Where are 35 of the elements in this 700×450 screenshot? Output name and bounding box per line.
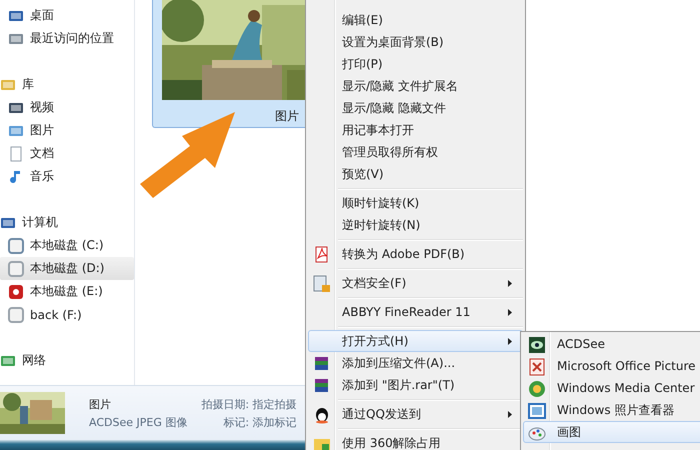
sidebar-item[interactable]: 视频 — [0, 96, 134, 119]
sidebar-item[interactable]: 文档 — [0, 142, 134, 165]
sidebar-item[interactable]: 最近访问的位置 — [0, 27, 134, 50]
menu-item[interactable]: 预览(V) — [308, 163, 523, 185]
sidebar-item[interactable]: 本地磁盘 (C:) — [0, 234, 134, 257]
file-type: ACDSee JPEG 图像 — [89, 414, 188, 430]
menu-item[interactable]: Windows 照片查看器 — [523, 399, 700, 421]
menu-item[interactable]: Windows Media Center — [523, 377, 700, 399]
menu-item[interactable]: ABBYY FineReader 11 — [308, 301, 523, 323]
sidebar-item[interactable]: back (F:) — [0, 303, 134, 326]
menu-item[interactable]: 转换为 Adobe PDF(B) — [308, 243, 523, 265]
sidebar-item[interactable]: 桌面 — [0, 4, 134, 27]
sidebar-item[interactable]: 音乐 — [0, 165, 134, 188]
menu-item[interactable]: 顺时针旋转(K) — [308, 192, 523, 214]
menu-item[interactable]: 通过QQ发送到 — [308, 403, 523, 425]
menu-item[interactable]: 画图 — [523, 421, 700, 443]
sidebar-item[interactable]: 网络 — [0, 349, 134, 372]
menu-item[interactable]: 使用 360解除占用 — [308, 432, 523, 450]
sidebar-item[interactable]: 本地磁盘 (D:) — [0, 257, 134, 280]
sidebar-item[interactable]: 计算机 — [0, 211, 134, 234]
menu-item[interactable]: 打开方式(H) — [308, 330, 523, 352]
detail-field[interactable]: 拍摄日期: 指定拍摄 — [201, 396, 297, 412]
sidebar-item[interactable]: 图片 — [0, 119, 134, 142]
menu-item[interactable]: 逆时针旋转(N) — [308, 214, 523, 236]
menu-item[interactable]: Microsoft Office Picture — [523, 355, 700, 377]
menu-item[interactable]: 添加到 "图片.rar"(T) — [308, 374, 523, 396]
file-name: 图片 — [275, 108, 299, 125]
menu-item[interactable]: 管理员取得所有权 — [308, 141, 523, 163]
menu-item[interactable]: ACDSee — [523, 333, 700, 355]
file-name: 图片 — [89, 396, 112, 412]
sidebar-item[interactable]: 本地磁盘 (E:) — [0, 280, 134, 303]
menu-item[interactable]: 添加到压缩文件(A)... — [308, 352, 523, 374]
detail-field[interactable]: 标记: 添加标记 — [223, 414, 297, 430]
sidebar-item[interactable]: 库 — [0, 73, 134, 96]
menu-item[interactable]: 文档安全(F) — [308, 272, 523, 294]
